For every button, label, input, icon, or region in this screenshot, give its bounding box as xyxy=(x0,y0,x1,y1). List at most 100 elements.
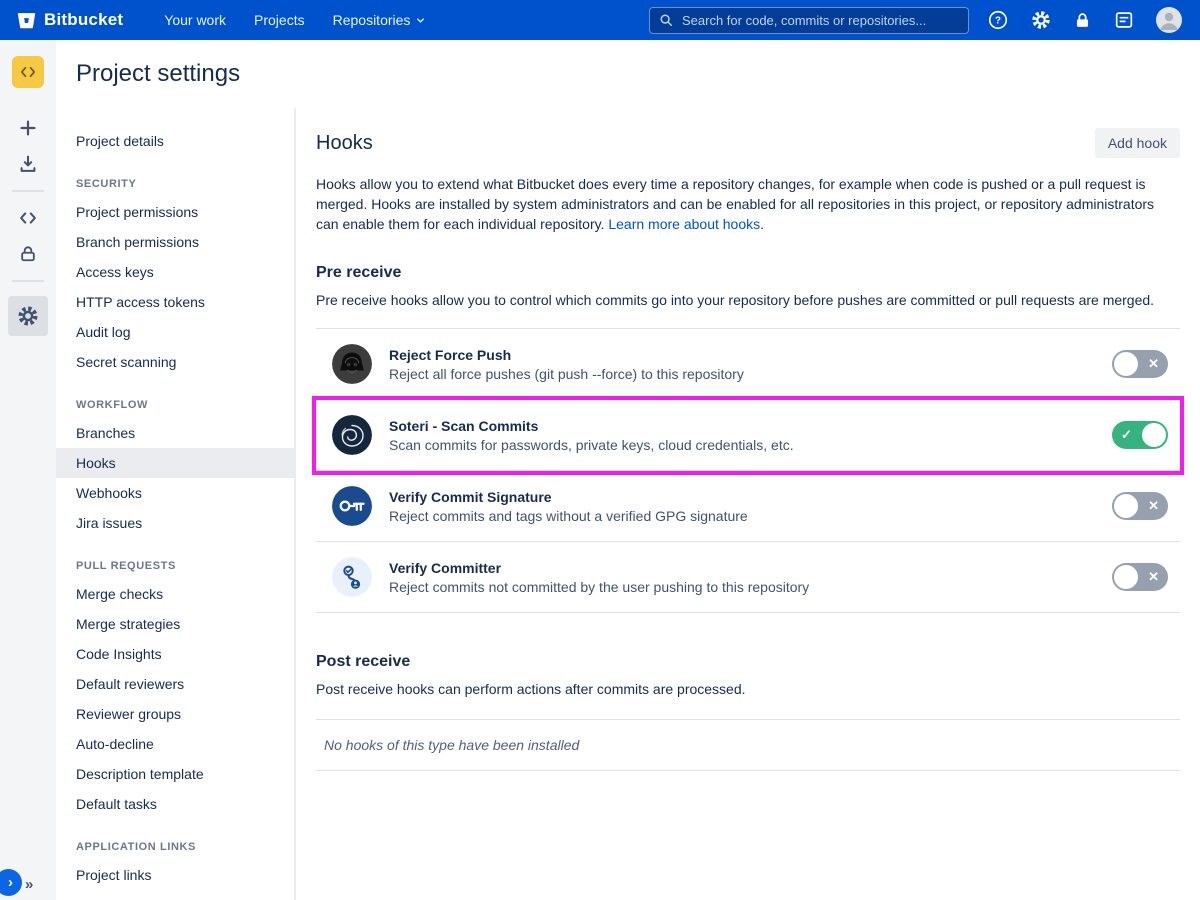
help-icon[interactable]: ? xyxy=(987,9,1009,31)
sidebar-item-branch-permissions[interactable]: Branch permissions xyxy=(56,227,294,257)
sidebar-item-default-reviewers[interactable]: Default reviewers xyxy=(56,669,294,699)
rail-divider xyxy=(12,190,44,192)
sidebar-item-merge-strategies[interactable]: Merge strategies xyxy=(56,609,294,639)
toggle-state-icon: ✕ xyxy=(1148,356,1159,372)
pre-receive-hook-list: Reject Force Push Reject all force pushe… xyxy=(316,328,1180,613)
source-code-icon[interactable] xyxy=(10,200,46,236)
toggle-knob xyxy=(1114,565,1138,589)
admin-settings-icon[interactable] xyxy=(1030,9,1052,31)
page-title: Project settings xyxy=(76,60,240,88)
sidebar-item-branches[interactable]: Branches xyxy=(56,418,294,448)
add-hook-button[interactable]: Add hook xyxy=(1095,128,1180,158)
nav-your-work[interactable]: Your work xyxy=(153,7,237,33)
hook-info: Soteri - Scan Commits Scan commits for p… xyxy=(389,418,794,453)
hook-info: Reject Force Push Reject all force pushe… xyxy=(389,347,744,382)
sidebar-item-reviewer-groups[interactable]: Reviewer groups xyxy=(56,699,294,729)
search-input[interactable] xyxy=(680,12,959,29)
key-avatar-icon xyxy=(332,486,372,526)
settings-sidebar: Project details SECURITY Project permiss… xyxy=(56,108,296,900)
bitbucket-brand[interactable]: Bitbucket xyxy=(16,10,123,31)
hook-row-reject-force-push[interactable]: Reject Force Push Reject all force pushe… xyxy=(316,329,1180,400)
hook-info: Verify Commit Signature Reject commits a… xyxy=(389,489,748,524)
committer-avatar-icon xyxy=(332,557,372,597)
project-settings-gear-icon[interactable] xyxy=(8,296,48,336)
hook-info: Verify Committer Reject commits not comm… xyxy=(389,560,809,595)
feedback-icon[interactable] xyxy=(1113,9,1135,31)
hook-toggle[interactable]: ✕ xyxy=(1112,563,1168,591)
left-rail: › » xyxy=(0,40,56,900)
main-content: Hooks Add hook Hooks allow you to extend… xyxy=(296,108,1200,900)
hooks-intro: Hooks allow you to extend what Bitbucket… xyxy=(316,174,1180,234)
toggle-knob xyxy=(1142,423,1166,447)
sidebar-item-project-permissions[interactable]: Project permissions xyxy=(56,197,294,227)
expand-sidebar-button[interactable]: › xyxy=(0,869,22,896)
hook-name: Verify Commit Signature xyxy=(389,489,748,505)
toggle-knob xyxy=(1114,494,1138,518)
toggle-knob xyxy=(1114,352,1138,376)
sidebar-item-merge-checks[interactable]: Merge checks xyxy=(56,579,294,609)
pre-receive-title: Pre receive xyxy=(316,264,1180,282)
learn-more-link[interactable]: Learn more about hooks xyxy=(608,216,760,232)
darth-vader-avatar-icon xyxy=(332,344,372,384)
hook-toggle[interactable]: ✕ xyxy=(1112,492,1168,520)
hook-description: Scan commits for passwords, private keys… xyxy=(389,437,794,453)
hooks-title: Hooks xyxy=(316,132,373,155)
sidebar-item-secret-scanning[interactable]: Secret scanning xyxy=(56,347,294,377)
rail-divider xyxy=(12,280,44,282)
page-header: Project settings xyxy=(56,40,1200,108)
hook-row-verify-committer[interactable]: Verify Committer Reject commits not comm… xyxy=(316,542,1180,613)
nav-utility-icons: ? xyxy=(987,7,1182,33)
sidebar-item-jira-issues[interactable]: Jira issues xyxy=(56,508,294,538)
bitbucket-logo-icon xyxy=(16,10,37,31)
hook-name: Reject Force Push xyxy=(389,347,744,363)
hook-name: Soteri - Scan Commits xyxy=(389,418,794,434)
sidebar-section-workflow: WORKFLOW xyxy=(56,399,294,411)
code-glyph-icon xyxy=(18,62,38,82)
sidebar-item-auto-decline[interactable]: Auto-decline xyxy=(56,729,294,759)
sidebar-item-project-details[interactable]: Project details xyxy=(56,126,294,156)
sidebar-item-default-tasks[interactable]: Default tasks xyxy=(56,789,294,819)
hook-description: Reject commits and tags without a verifi… xyxy=(389,508,748,524)
hook-toggle[interactable]: ✕ xyxy=(1112,350,1168,378)
hook-row-soteri-scan-commits[interactable]: Soteri - Scan Commits Scan commits for p… xyxy=(316,400,1180,471)
create-plus-icon[interactable] xyxy=(10,110,46,146)
sidebar-item-code-insights[interactable]: Code Insights xyxy=(56,639,294,669)
nav-projects[interactable]: Projects xyxy=(243,7,316,33)
pre-receive-description: Pre receive hooks allow you to control w… xyxy=(316,290,1180,310)
post-receive-empty-message: No hooks of this type have been installe… xyxy=(316,719,1180,771)
sidebar-item-access-keys[interactable]: Access keys xyxy=(56,257,294,287)
permissions-lock-icon[interactable] xyxy=(10,236,46,272)
brand-name: Bitbucket xyxy=(44,10,123,30)
expand-arrows-icon[interactable]: » xyxy=(25,876,33,893)
user-avatar[interactable] xyxy=(1156,7,1182,33)
sidebar-item-project-links[interactable]: Project links xyxy=(56,860,294,890)
sidebar-section-pull-requests: PULL REQUESTS xyxy=(56,560,294,572)
project-avatar[interactable] xyxy=(12,56,44,88)
toggle-state-icon: ✓ xyxy=(1121,427,1132,443)
hook-description: Reject all force pushes (git push --forc… xyxy=(389,366,744,382)
sidebar-item-description-template[interactable]: Description template xyxy=(56,759,294,789)
lock-icon[interactable] xyxy=(1073,11,1092,30)
svg-text:?: ? xyxy=(995,15,1001,26)
rail-bottom: › » xyxy=(0,866,56,900)
sidebar-item-audit-log[interactable]: Audit log xyxy=(56,317,294,347)
global-search xyxy=(649,7,969,34)
toggle-state-icon: ✕ xyxy=(1148,498,1159,514)
import-download-icon[interactable] xyxy=(10,146,46,182)
sidebar-item-http-access-tokens[interactable]: HTTP access tokens xyxy=(56,287,294,317)
hook-name: Verify Committer xyxy=(389,560,809,576)
hook-description: Reject commits not committed by the user… xyxy=(389,579,809,595)
primary-nav: Your work Projects Repositories xyxy=(153,7,437,33)
post-receive-title: Post receive xyxy=(316,653,1180,671)
sidebar-item-hooks[interactable]: Hooks xyxy=(56,448,294,478)
hook-toggle[interactable]: ✓ xyxy=(1112,421,1168,449)
top-nav: Bitbucket Your work Projects Repositorie… xyxy=(0,0,1200,40)
hook-row-verify-commit-signature[interactable]: Verify Commit Signature Reject commits a… xyxy=(316,471,1180,542)
nav-repositories[interactable]: Repositories xyxy=(322,7,438,33)
sidebar-section-security: SECURITY xyxy=(56,178,294,190)
toggle-state-icon: ✕ xyxy=(1148,569,1159,585)
intro-suffix: . xyxy=(760,216,764,232)
post-receive-description: Post receive hooks can perform actions a… xyxy=(316,679,1180,699)
chevron-down-icon xyxy=(415,15,426,26)
sidebar-item-webhooks[interactable]: Webhooks xyxy=(56,478,294,508)
